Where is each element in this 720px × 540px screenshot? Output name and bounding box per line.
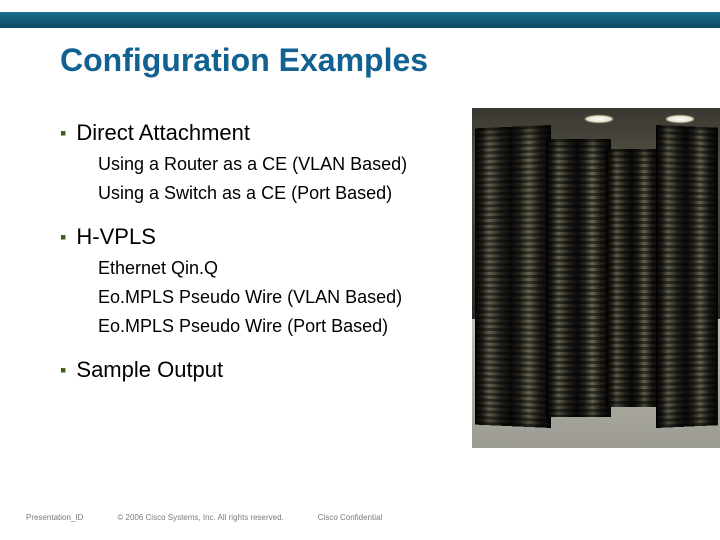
server-rack (475, 125, 551, 428)
server-rack (606, 149, 661, 407)
section-h-vpls: ▪ H-VPLS Ethernet Qin.Q Eo.MPLS Pseudo W… (60, 224, 480, 337)
bullet-icon: ▪ (60, 228, 66, 246)
subitems: Ethernet Qin.Q Eo.MPLS Pseudo Wire (VLAN… (98, 258, 480, 337)
subitem: Using a Switch as a CE (Port Based) (98, 183, 480, 204)
section-head-text: Direct Attachment (76, 120, 250, 146)
bullet-icon: ▪ (60, 361, 66, 379)
section-sample-output: ▪ Sample Output (60, 357, 480, 383)
slide-title: Configuration Examples (60, 42, 428, 79)
footer-copyright: © 2006 Cisco Systems, Inc. All rights re… (117, 513, 283, 522)
ceiling-light-icon (665, 115, 695, 123)
top-accent-bar (0, 12, 720, 28)
subitem: Eo.MPLS Pseudo Wire (Port Based) (98, 316, 480, 337)
section-direct-attachment: ▪ Direct Attachment Using a Router as a … (60, 120, 480, 204)
section-head-text: H-VPLS (76, 224, 155, 250)
section-head-text: Sample Output (76, 357, 223, 383)
subitem: Using a Router as a CE (VLAN Based) (98, 154, 480, 175)
bullet-icon: ▪ (60, 124, 66, 142)
footer: Presentation_ID © 2006 Cisco Systems, In… (26, 513, 694, 522)
subitem: Ethernet Qin.Q (98, 258, 480, 279)
section-head: ▪ Direct Attachment (60, 120, 480, 146)
ceiling-light-icon (584, 115, 614, 123)
server-rack (656, 125, 718, 428)
subitem: Eo.MPLS Pseudo Wire (VLAN Based) (98, 287, 480, 308)
section-head: ▪ Sample Output (60, 357, 480, 383)
slide: Configuration Examples ▪ Direct Attachme… (0, 0, 720, 540)
content-area: ▪ Direct Attachment Using a Router as a … (60, 120, 480, 403)
footer-confidential: Cisco Confidential (318, 513, 382, 522)
footer-presentation-id: Presentation_ID (26, 513, 83, 522)
server-rack (546, 139, 610, 418)
datacenter-image (472, 108, 720, 448)
subitems: Using a Router as a CE (VLAN Based) Usin… (98, 154, 480, 204)
section-head: ▪ H-VPLS (60, 224, 480, 250)
